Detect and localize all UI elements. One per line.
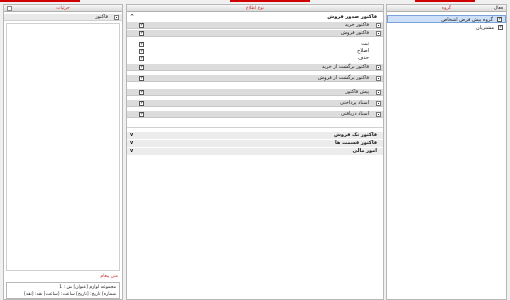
collapse-icon[interactable] [376,90,381,95]
item-checkbox[interactable] [139,41,144,47]
section-label: فاکتور تک فروش [334,132,377,138]
accent-segment [0,0,80,2]
item-checkbox[interactable] [139,75,144,81]
item-label: فاکتور برگشت از خرید [321,64,369,70]
section-row[interactable]: v فاکتور تک فروش [127,132,383,139]
group-label: گروه پیش فرض اشخاص [441,17,493,23]
collapse-icon[interactable] [114,15,119,20]
item-label: حذف [358,55,369,61]
caret-icon: ^ [130,14,135,20]
caret-icon: v [130,132,134,138]
collapse-icon[interactable] [376,23,381,28]
collapse-icon[interactable] [376,31,381,36]
section-label: فاکتور صدور فروش [327,14,377,20]
message-line-1: مجموعه لوازم [عنوان] ش : 1 [59,285,116,290]
item-checkbox[interactable] [139,111,144,117]
group-row-default-persons[interactable]: گروه پیش فرض اشخاص [387,15,506,23]
group-panel-title: گروه [441,6,452,11]
item-checkbox[interactable] [139,48,144,54]
group-label: مشتریان [476,25,494,31]
list-item[interactable]: اسناد پرداختی [127,100,383,107]
list-item[interactable]: فاکتور برگشت از فروش [127,75,383,82]
message-line-2: شماره] تاریخ: [تاریخ] ساعت: [ساعت] نقد: … [24,292,116,297]
item-checkbox[interactable] [139,100,144,106]
message-text-title: متن پیغام [100,274,118,279]
list-item[interactable]: حذف [127,55,383,62]
item-label: اسناد دریافتی [340,111,369,117]
section-row[interactable]: v امور مالی [127,148,383,155]
group-row-customers[interactable]: مشتریان [387,24,506,32]
collapse-icon[interactable] [376,112,381,117]
section-row[interactable]: v فاکتور قسمت ها [127,140,383,147]
notification-type-title: نوع اطلاع [246,6,264,11]
group-panel-header: گروه فعال [387,5,506,12]
section-row[interactable]: ^ فاکتور صدور فروش [127,14,383,21]
top-accent-line [0,0,510,2]
panel-option-checkbox[interactable] [7,6,12,11]
item-checkbox[interactable] [139,89,144,95]
list-item[interactable]: فاکتور خرید [127,22,383,29]
divider [127,127,383,128]
list-item[interactable]: پیش فاکتور [127,89,383,96]
section-label: امور مالی [352,148,377,154]
message-text-box[interactable]: مجموعه لوازم [عنوان] ش : 1 شماره] تاریخ:… [6,282,120,299]
notification-type-header: نوع اطلاع [127,5,383,12]
item-checkbox[interactable] [139,64,144,70]
list-item[interactable]: ثبت [127,41,383,48]
notification-type-panel: نوع اطلاع ^ فاکتور صدور فروش فاکتور خرید… [126,4,384,300]
active-column-label: فعال [494,6,503,11]
accent-segment [230,0,310,2]
details-content-area[interactable] [6,23,120,271]
item-label: فاکتور برگشت از فروش [318,75,369,81]
details-panel-title: جزئیات [56,6,70,11]
item-label: پیش فاکتور [345,89,369,95]
item-label: اصلاح [357,48,369,54]
item-label: فاکتور خرید [344,22,369,28]
list-item[interactable]: فاکتور برگشت از خرید [127,64,383,71]
collapse-icon[interactable] [376,76,381,81]
item-checkbox[interactable] [139,55,144,61]
caret-icon: v [130,140,134,146]
group-panel: گروه فعال گروه پیش فرض اشخاص مشتریان [386,4,507,300]
group-active-checkbox[interactable] [498,24,503,30]
accent-segment [415,0,475,2]
item-label: فاکتور فروش [340,30,369,36]
item-checkbox[interactable] [139,22,144,28]
caret-icon: v [130,148,134,154]
section-label: فاکتور قسمت ها [335,140,377,146]
details-panel: جزئیات فاکتور متن پیغام مجموعه لوازم [عن… [3,4,123,300]
details-invoice-label: فاکتور [95,14,108,20]
item-label: اسناد پرداختی [340,100,369,106]
list-item[interactable]: اصلاح [127,48,383,55]
item-checkbox[interactable] [139,30,144,36]
details-invoice-row[interactable]: فاکتور [4,14,122,21]
list-item[interactable]: فاکتور فروش [127,30,383,37]
details-panel-header: جزئیات [4,5,122,12]
group-active-checkbox[interactable] [497,16,502,22]
collapse-icon[interactable] [376,65,381,70]
item-label: ثبت [361,41,369,47]
list-item[interactable]: اسناد دریافتی [127,111,383,118]
collapse-icon[interactable] [376,101,381,106]
